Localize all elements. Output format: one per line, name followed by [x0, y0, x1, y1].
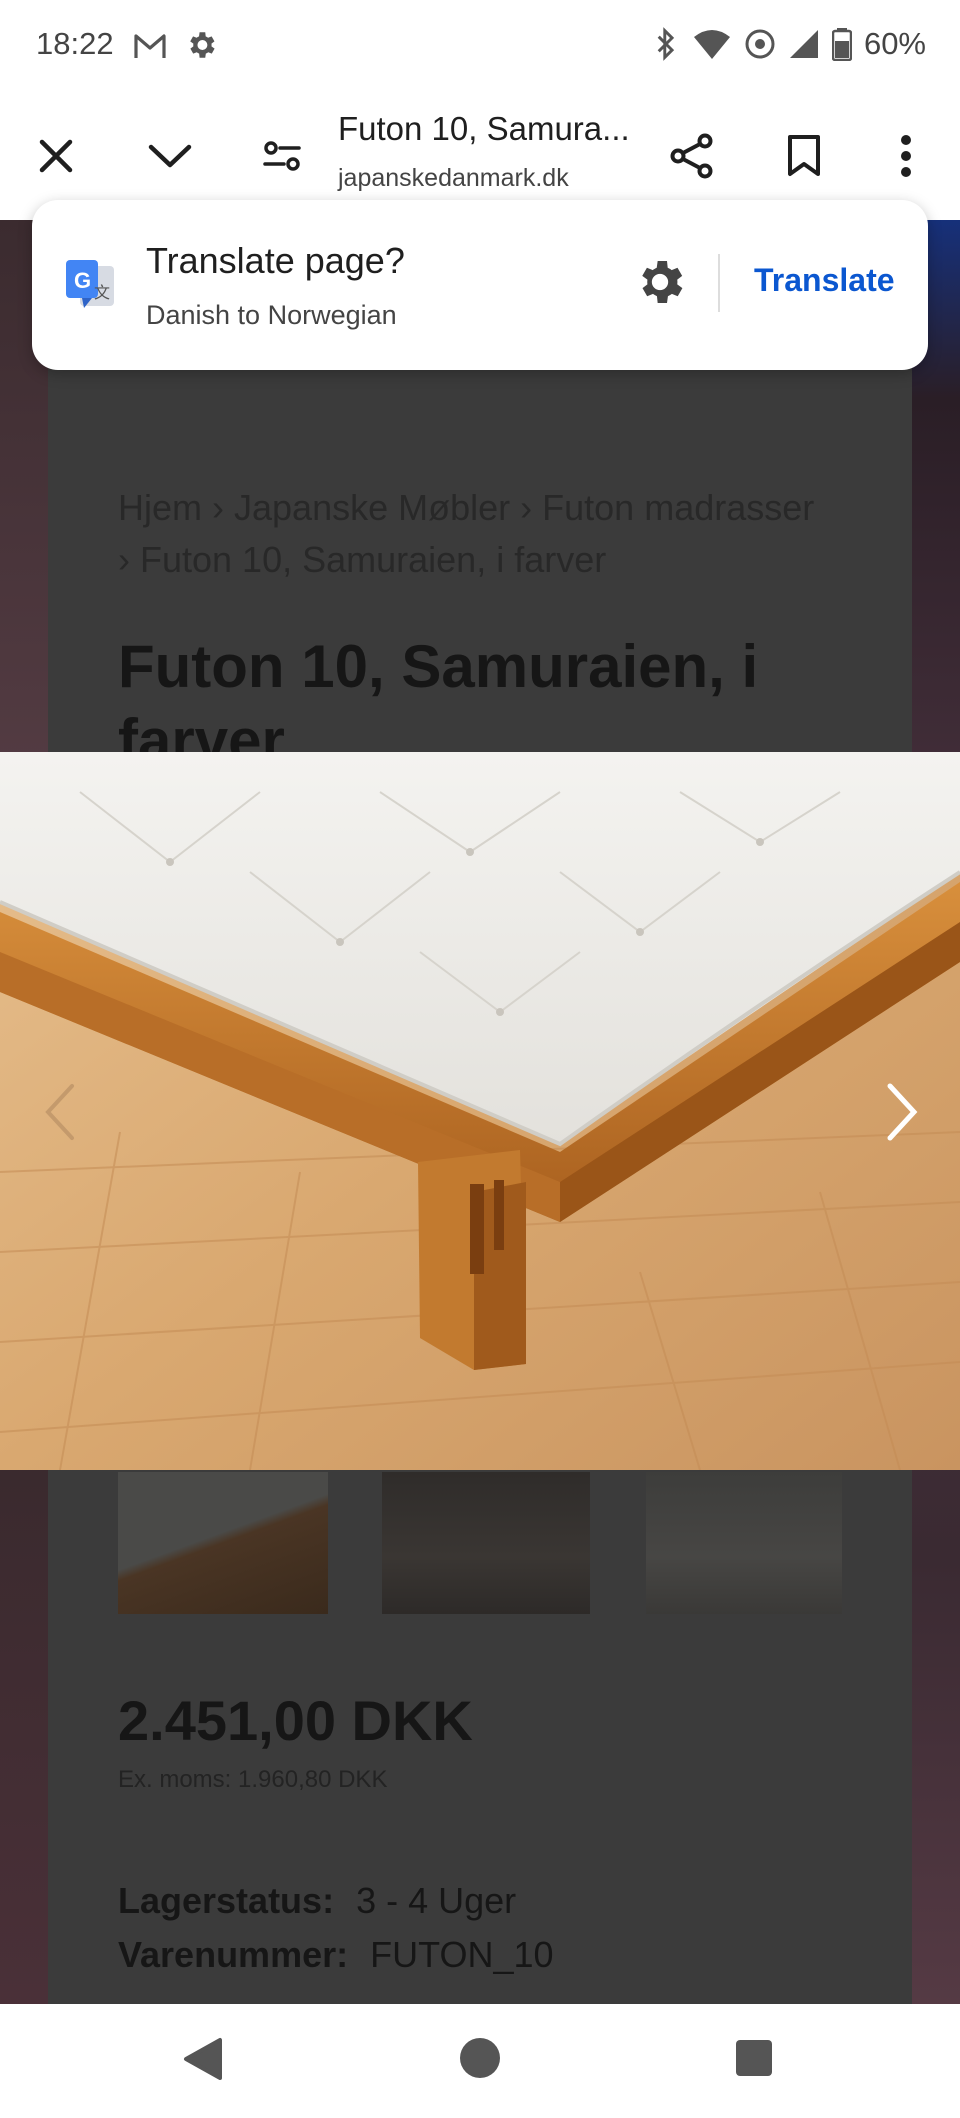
notification-icons [132, 28, 218, 64]
system-status-icons: 60% [652, 26, 926, 62]
bluetooth-icon [657, 27, 675, 61]
more-options-button[interactable] [870, 120, 942, 192]
share-button[interactable] [656, 120, 728, 192]
breadcrumb: Hjem › Japanske Møbler › Futon madrasser › Fu… [118, 482, 878, 586]
thumbnail-strip [0, 1472, 960, 1614]
sku-row: Varenummer: FUTON_10 [118, 1934, 554, 1976]
bookmark-button[interactable] [768, 120, 840, 192]
previous-image-button[interactable] [38, 1080, 82, 1144]
page-title: Futon 10, Samura... [338, 110, 630, 147]
back-icon[interactable] [180, 2036, 226, 2082]
breadcrumb-separator: › [118, 539, 130, 580]
svg-text:G: G [74, 268, 91, 293]
bookmark-icon [788, 135, 820, 176]
close-icon [39, 139, 73, 173]
battery-icon [831, 28, 852, 61]
translate-languages: Danish to Norwegian [146, 300, 397, 330]
tune-icon [263, 141, 301, 171]
page-info-button[interactable] [246, 120, 318, 192]
futon-bed-photo [0, 752, 960, 1470]
breadcrumb-home[interactable]: Hjem [118, 487, 202, 528]
gmail-icon [134, 34, 166, 58]
hotspot-icon [745, 29, 775, 59]
navigation-bar [0, 2004, 960, 2118]
more-vert-icon [901, 135, 911, 177]
breadcrumb-separator: › [212, 487, 225, 528]
thumbnail-1[interactable] [118, 1472, 328, 1614]
translate-popup: G 文 Translate page? Danish to Norwegian … [32, 200, 928, 370]
breadcrumb-japanese-furniture[interactable]: Japanske Møbler [234, 487, 510, 528]
stock-status-row: Lagerstatus: 3 - 4 Uger [118, 1880, 516, 1922]
price-ex-vat: Ex. moms: 1.960,80 DKK [118, 1766, 388, 1793]
svg-text:文: 文 [94, 283, 110, 302]
status-bar: 18:22 60% [0, 0, 960, 92]
settings-gear-icon [190, 32, 215, 58]
google-translate-icon: G 文 [66, 260, 114, 308]
translate-settings-icon[interactable] [632, 254, 688, 310]
home-icon[interactable] [458, 2036, 502, 2080]
recents-icon[interactable] [734, 2038, 774, 2078]
wifi-icon [693, 30, 730, 59]
translate-question: Translate page? [146, 240, 405, 281]
stock-status-value: 3 - 4 Uger [356, 1880, 517, 1921]
close-tab-button[interactable] [20, 120, 92, 192]
breadcrumb-separator: › [520, 487, 533, 528]
minimize-button[interactable] [134, 120, 206, 192]
translate-button[interactable]: Translate [754, 262, 895, 299]
chevron-down-icon [148, 144, 192, 168]
status-time: 18:22 [36, 26, 114, 61]
next-image-button[interactable] [880, 1080, 924, 1144]
product-image[interactable] [0, 752, 960, 1470]
battery-percent: 60% [863, 26, 926, 61]
breadcrumb-futon-mattresses[interactable]: Futon madrasser [542, 487, 814, 528]
cell-signal-icon [789, 30, 818, 58]
sku-label: Varenummer: [118, 1934, 349, 1975]
sku-value: FUTON_10 [370, 1934, 554, 1975]
thumbnail-3[interactable] [646, 1472, 842, 1614]
thumbnail-2[interactable] [382, 1472, 590, 1614]
share-icon [670, 133, 713, 179]
stock-status-label: Lagerstatus: [118, 1880, 335, 1921]
breadcrumb-current: Futon 10, Samuraien, i farver [140, 539, 607, 580]
page-url: japanskedanmark.dk [338, 164, 569, 192]
divider [718, 254, 720, 312]
product-price: 2.451,00 DKK [118, 1689, 473, 1752]
